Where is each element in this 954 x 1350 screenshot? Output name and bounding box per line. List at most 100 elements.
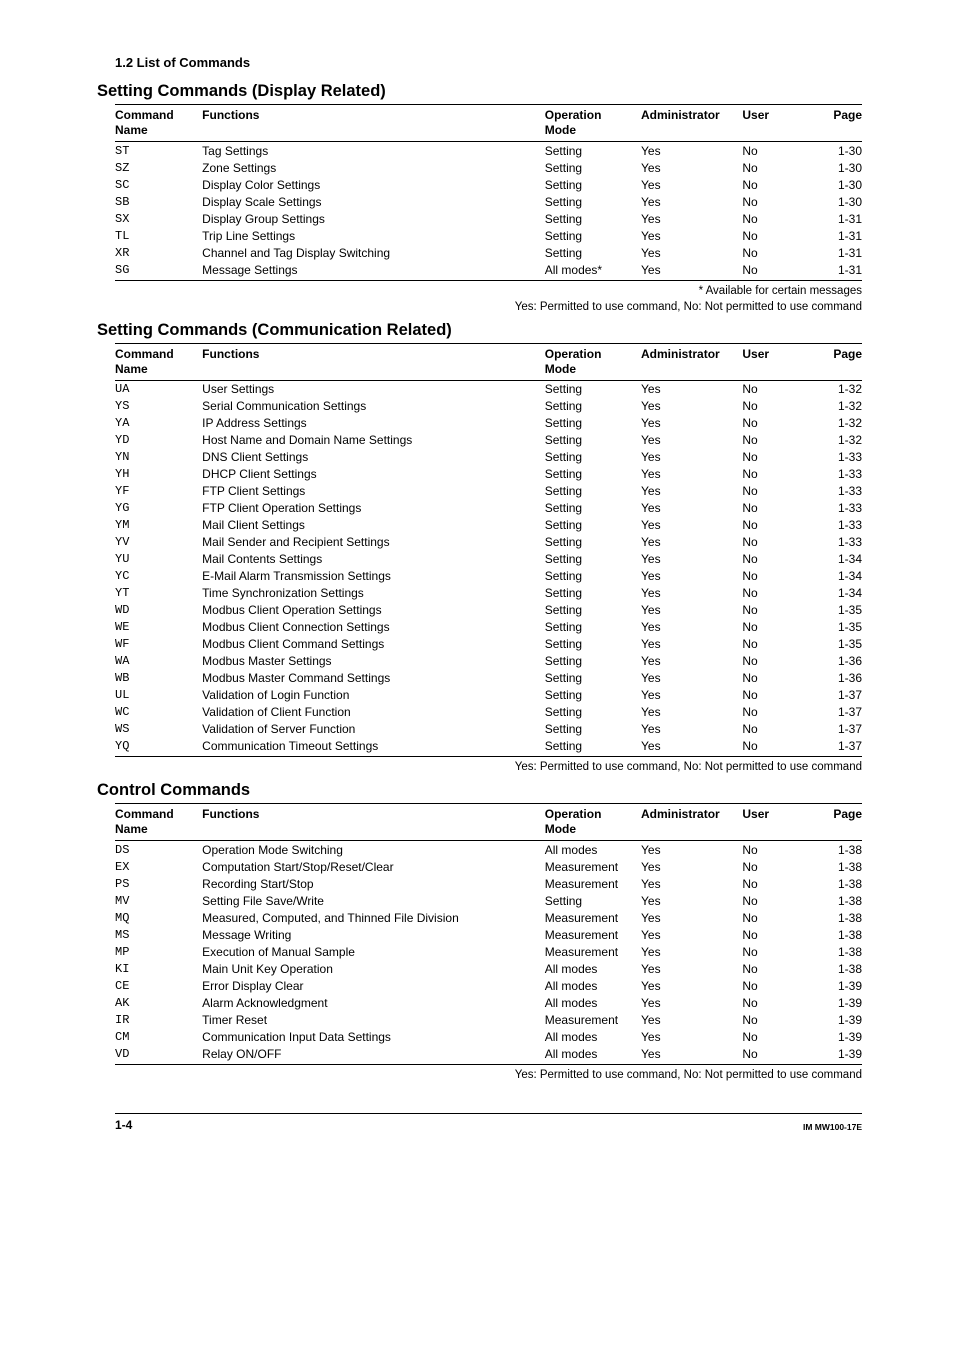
cell: 1-31 (813, 244, 862, 261)
table-header: Page (813, 804, 862, 841)
cell: Modbus Client Operation Settings (202, 602, 545, 619)
cell: No (742, 534, 813, 551)
cell: IR (115, 1011, 202, 1028)
table-row: WEModbus Client Connection SettingsSetti… (115, 619, 862, 636)
table-row: YTTime Synchronization SettingsSettingYe… (115, 585, 862, 602)
cell: All modes (545, 1028, 641, 1045)
cell: DS (115, 841, 202, 859)
cell: Setting (545, 415, 641, 432)
cell: 1-32 (813, 398, 862, 415)
cell: AK (115, 994, 202, 1011)
cell: 1-37 (813, 704, 862, 721)
table-row: MVSetting File Save/WriteSettingYesNo1-3… (115, 892, 862, 909)
cell: Measurement (545, 875, 641, 892)
cell: Yes (641, 960, 742, 977)
table-row: WBModbus Master Command SettingsSettingY… (115, 670, 862, 687)
cell: Relay ON/OFF (202, 1045, 545, 1064)
cell: No (742, 687, 813, 704)
cell: Setting (545, 636, 641, 653)
cell: All modes (545, 994, 641, 1011)
table-row: WDModbus Client Operation SettingsSettin… (115, 602, 862, 619)
table-row: UAUser SettingsSettingYesNo1-32 (115, 380, 862, 398)
cell: Yes (641, 1028, 742, 1045)
cell: Operation Mode Switching (202, 841, 545, 859)
cell: Tag Settings (202, 142, 545, 160)
table-row: XRChannel and Tag Display SwitchingSetti… (115, 244, 862, 261)
table-row: WFModbus Client Command SettingsSettingY… (115, 636, 862, 653)
cell: 1-30 (813, 193, 862, 210)
cell: 1-34 (813, 551, 862, 568)
table-row: CMCommunication Input Data SettingsAll m… (115, 1028, 862, 1045)
cell: Yes (641, 244, 742, 261)
cell: SG (115, 261, 202, 280)
table-notes: Yes: Permitted to use command, No: Not p… (115, 1067, 862, 1083)
cell: Yes (641, 943, 742, 960)
table-header: Page (813, 105, 862, 142)
cell: 1-38 (813, 841, 862, 859)
cell: No (742, 500, 813, 517)
cell: Yes (641, 858, 742, 875)
cell: 1-34 (813, 585, 862, 602)
cell: 1-36 (813, 670, 862, 687)
cell: Setting (545, 892, 641, 909)
cell: Display Color Settings (202, 176, 545, 193)
cell: Setting (545, 193, 641, 210)
table-header: Functions (202, 343, 545, 380)
table-row: PSRecording Start/StopMeasurementYesNo1-… (115, 875, 862, 892)
doc-code: IM MW100-17E (803, 1122, 862, 1132)
table-header: OperationMode (545, 804, 641, 841)
cell: SX (115, 210, 202, 227)
table-header: Functions (202, 804, 545, 841)
table-row: AKAlarm AcknowledgmentAll modesYesNo1-39 (115, 994, 862, 1011)
cell: Setting (545, 721, 641, 738)
section-title: Setting Commands (Communication Related) (97, 321, 862, 340)
cell: Setting (545, 483, 641, 500)
cell: Setting (545, 568, 641, 585)
cell: YD (115, 432, 202, 449)
cell: 1-39 (813, 994, 862, 1011)
table-header: OperationMode (545, 105, 641, 142)
cell: No (742, 176, 813, 193)
table-row: YQCommunication Timeout SettingsSettingY… (115, 738, 862, 757)
table-row: YHDHCP Client SettingsSettingYesNo1-33 (115, 466, 862, 483)
table-row: YCE-Mail Alarm Transmission SettingsSett… (115, 568, 862, 585)
cell: 1-33 (813, 483, 862, 500)
command-table: CommandNameFunctionsOperationModeAdminis… (115, 104, 862, 281)
cell: Yes (641, 449, 742, 466)
cell: XR (115, 244, 202, 261)
table-row: SGMessage SettingsAll modes*YesNo1-31 (115, 261, 862, 280)
cell: Yes (641, 551, 742, 568)
cell: PS (115, 875, 202, 892)
cell: Execution of Manual Sample (202, 943, 545, 960)
cell: Yes (641, 142, 742, 160)
cell: Mail Client Settings (202, 517, 545, 534)
cell: 1-39 (813, 977, 862, 994)
cell: No (742, 449, 813, 466)
cell: 1-30 (813, 176, 862, 193)
cell: 1-32 (813, 380, 862, 398)
cell: Setting (545, 687, 641, 704)
cell: Setting (545, 704, 641, 721)
cell: Setting File Save/Write (202, 892, 545, 909)
cell: No (742, 670, 813, 687)
cell: KI (115, 960, 202, 977)
cell: No (742, 892, 813, 909)
table-header: Administrator (641, 343, 742, 380)
cell: CM (115, 1028, 202, 1045)
cell: No (742, 602, 813, 619)
cell: 1-33 (813, 449, 862, 466)
cell: No (742, 875, 813, 892)
table-row: WAModbus Master SettingsSettingYesNo1-36 (115, 653, 862, 670)
cell: Yes (641, 909, 742, 926)
cell: Yes (641, 602, 742, 619)
page-footer: 1-4 IM MW100-17E (115, 1113, 862, 1132)
table-row: YNDNS Client SettingsSettingYesNo1-33 (115, 449, 862, 466)
cell: SZ (115, 159, 202, 176)
table-row: ULValidation of Login FunctionSettingYes… (115, 687, 862, 704)
cell: EX (115, 858, 202, 875)
cell: SC (115, 176, 202, 193)
cell: No (742, 210, 813, 227)
cell: All modes (545, 841, 641, 859)
cell: Yes (641, 704, 742, 721)
table-header: CommandName (115, 105, 202, 142)
